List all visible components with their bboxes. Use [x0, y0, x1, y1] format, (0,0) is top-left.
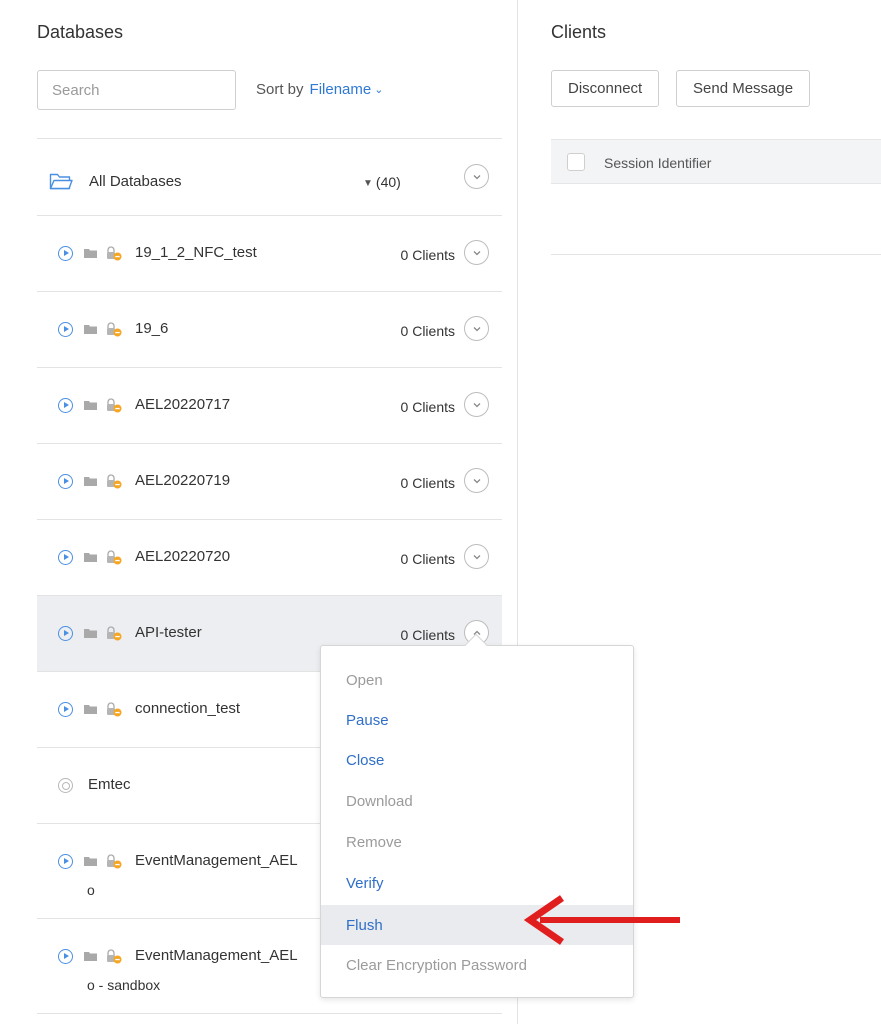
lock-icon: [106, 549, 122, 565]
lock-icon: [106, 948, 122, 964]
database-menu-button[interactable]: [464, 392, 489, 417]
lock-icon: [106, 701, 122, 717]
database-row[interactable]: AEL20220719 0 Clients: [37, 444, 502, 520]
caret-down-icon: ▼: [363, 178, 373, 189]
database-menu-button[interactable]: [464, 316, 489, 341]
play-circle-icon[interactable]: [58, 398, 73, 413]
play-circle-icon[interactable]: [58, 949, 73, 964]
chevron-down-icon: [472, 172, 482, 182]
play-circle-icon[interactable]: [58, 702, 73, 717]
menu-item-close[interactable]: Close: [321, 740, 633, 780]
database-clients: 0 Clients: [401, 475, 455, 491]
all-databases-count[interactable]: ▼(40): [363, 174, 401, 190]
sort-by: Sort by Filename⌄: [256, 81, 383, 98]
menu-item-download[interactable]: Download: [321, 781, 633, 821]
database-name[interactable]: connection_test: [135, 700, 240, 717]
database-count: (40): [376, 174, 401, 190]
search-input[interactable]: [37, 70, 236, 110]
lock-icon: [106, 397, 122, 413]
menu-item-clear-encryption-password[interactable]: Clear Encryption Password: [321, 945, 633, 985]
all-databases-label: All Databases: [89, 173, 182, 190]
database-name[interactable]: EventManagement_AEL: [135, 852, 298, 869]
database-row[interactable]: 19_1_2_NFC_test 0 Clients: [37, 216, 502, 292]
database-menu-button[interactable]: [464, 544, 489, 569]
send-message-button[interactable]: Send Message: [676, 70, 810, 107]
all-databases-row[interactable]: All Databases ▼(40): [37, 139, 502, 216]
lock-icon: [106, 321, 122, 337]
folder-icon: [84, 248, 97, 258]
database-clients: 0 Clients: [401, 247, 455, 263]
databases-title: Databases: [37, 22, 123, 43]
chevron-down-icon: [472, 324, 482, 334]
lock-icon: [106, 245, 122, 261]
select-all-checkbox[interactable]: [567, 153, 585, 171]
stop-circle-icon[interactable]: [58, 778, 73, 793]
clients-table-header: Session Identifier: [551, 139, 881, 184]
database-row[interactable]: AEL20220717 0 Clients: [37, 368, 502, 444]
menu-item-pause[interactable]: Pause: [321, 700, 633, 740]
database-clients: 0 Clients: [401, 627, 455, 643]
database-name-continued: o - sandbox: [87, 977, 160, 993]
folder-icon: [84, 324, 97, 334]
play-circle-icon[interactable]: [58, 474, 73, 489]
red-arrow-left-icon: [522, 894, 682, 946]
database-name[interactable]: AEL20220720: [135, 548, 230, 565]
sort-by-dropdown[interactable]: Filename: [310, 81, 372, 98]
session-identifier-column[interactable]: Session Identifier: [604, 155, 711, 171]
folder-icon: [84, 704, 97, 714]
database-name[interactable]: AEL20220719: [135, 472, 230, 489]
chevron-down-icon: [472, 400, 482, 410]
disconnect-button[interactable]: Disconnect: [551, 70, 659, 107]
sort-by-label: Sort by: [256, 81, 304, 98]
menu-item-remove[interactable]: Remove: [321, 822, 633, 862]
lock-icon: [106, 625, 122, 641]
database-name[interactable]: 19_1_2_NFC_test: [135, 244, 257, 261]
folder-icon: [84, 552, 97, 562]
play-circle-icon[interactable]: [58, 626, 73, 641]
all-databases-menu-button[interactable]: [464, 164, 489, 189]
database-name[interactable]: AEL20220717: [135, 396, 230, 413]
folder-icon: [84, 628, 97, 638]
database-clients: 0 Clients: [401, 551, 455, 567]
database-name[interactable]: Emtec: [88, 776, 131, 793]
folder-outline-icon: [49, 172, 73, 190]
chevron-down-icon: [472, 476, 482, 486]
menu-item-open[interactable]: Open: [321, 660, 633, 700]
folder-icon: [84, 951, 97, 961]
database-name-continued: o: [87, 882, 95, 898]
database-row[interactable]: AEL20220720 0 Clients: [37, 520, 502, 596]
play-circle-icon[interactable]: [58, 550, 73, 565]
chevron-down-icon: [472, 248, 482, 258]
chevron-down-icon: [472, 552, 482, 562]
chevron-down-icon[interactable]: ⌄: [374, 83, 383, 96]
database-name[interactable]: API-tester: [135, 624, 202, 641]
lock-icon: [106, 473, 122, 489]
folder-icon: [84, 400, 97, 410]
folder-icon: [84, 856, 97, 866]
database-clients: 0 Clients: [401, 323, 455, 339]
database-menu-button[interactable]: [464, 468, 489, 493]
database-name[interactable]: EventManagement_AEL: [135, 947, 298, 964]
database-row[interactable]: 19_6 0 Clients: [37, 292, 502, 368]
clients-title: Clients: [551, 22, 606, 43]
database-name[interactable]: 19_6: [135, 320, 168, 337]
play-circle-icon[interactable]: [58, 322, 73, 337]
play-circle-icon[interactable]: [58, 246, 73, 261]
database-clients: 0 Clients: [401, 399, 455, 415]
database-menu-button[interactable]: [464, 240, 489, 265]
play-circle-icon[interactable]: [58, 854, 73, 869]
divider: [551, 254, 881, 255]
folder-icon: [84, 476, 97, 486]
lock-icon: [106, 853, 122, 869]
